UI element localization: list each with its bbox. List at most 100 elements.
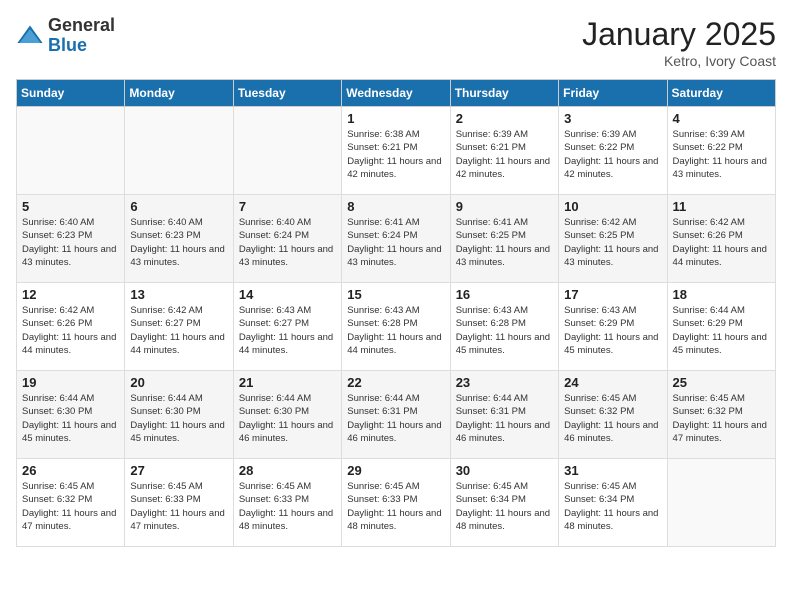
day-number: 13 — [130, 287, 227, 302]
header-cell-thursday: Thursday — [450, 80, 558, 107]
day-number: 15 — [347, 287, 444, 302]
week-row-1: 1Sunrise: 6:38 AMSunset: 6:21 PMDaylight… — [17, 107, 776, 195]
day-number: 10 — [564, 199, 661, 214]
calendar-cell: 21 Sunrise: 6:44 AMSunset: 6:30 PMDayligh… — [233, 371, 341, 459]
day-info: Sunrise: 6:45 AMSunset: 6:32 PMDaylight:… — [673, 392, 770, 445]
calendar-cell: 22Sunrise: 6:44 AMSunset: 6:31 PMDayligh… — [342, 371, 450, 459]
logo: General Blue — [16, 16, 115, 56]
day-info: Sunrise: 6:44 AMSunset: 6:31 PMDaylight:… — [456, 392, 553, 445]
day-info: Sunrise: 6:45 AMSunset: 6:33 PMDaylight:… — [130, 480, 227, 533]
week-row-4: 19 Sunrise: 6:44 AMSunset: 6:30 PMDayligh… — [17, 371, 776, 459]
day-number: 6 — [130, 199, 227, 214]
header-cell-saturday: Saturday — [667, 80, 775, 107]
calendar-cell: 4 Sunrise: 6:39 AMSunset: 6:22 PMDaylight… — [667, 107, 775, 195]
calendar-cell: 8 Sunrise: 6:41 AMSunset: 6:24 PMDaylight… — [342, 195, 450, 283]
day-info: Sunrise: 6:44 AMSunset: 6:29 PMDaylight:… — [673, 304, 770, 357]
day-number: 14 — [239, 287, 336, 302]
calendar-cell: 2 Sunrise: 6:39 AMSunset: 6:21 PMDaylight… — [450, 107, 558, 195]
location: Ketro, Ivory Coast — [582, 53, 776, 69]
day-number: 17 — [564, 287, 661, 302]
day-number: 5 — [22, 199, 119, 214]
calendar-cell: 28Sunrise: 6:45 AMSunset: 6:33 PMDayligh… — [233, 459, 341, 547]
day-number: 28 — [239, 463, 336, 478]
day-number: 20 — [130, 375, 227, 390]
day-number: 30 — [456, 463, 553, 478]
calendar-cell: 6 Sunrise: 6:40 AMSunset: 6:23 PMDaylight… — [125, 195, 233, 283]
day-number: 31 — [564, 463, 661, 478]
calendar-cell: 24Sunrise: 6:45 AMSunset: 6:32 PMDayligh… — [559, 371, 667, 459]
calendar-cell: 30 Sunrise: 6:45 AMSunset: 6:34 PMDayligh… — [450, 459, 558, 547]
day-number: 23 — [456, 375, 553, 390]
day-info: Sunrise: 6:42 AMSunset: 6:25 PMDaylight:… — [564, 216, 661, 269]
day-number: 8 — [347, 199, 444, 214]
header-cell-monday: Monday — [125, 80, 233, 107]
header-cell-tuesday: Tuesday — [233, 80, 341, 107]
calendar-cell: 3 Sunrise: 6:39 AMSunset: 6:22 PMDaylight… — [559, 107, 667, 195]
day-info: Sunrise: 6:44 AMSunset: 6:30 PMDaylight:… — [130, 392, 227, 445]
calendar-cell: 5Sunrise: 6:40 AMSunset: 6:23 PMDaylight… — [17, 195, 125, 283]
day-info: Sunrise: 6:43 AMSunset: 6:28 PMDaylight:… — [347, 304, 444, 357]
calendar-cell: 10 Sunrise: 6:42 AMSunset: 6:25 PMDayligh… — [559, 195, 667, 283]
calendar-table: SundayMondayTuesdayWednesdayThursdayFrid… — [16, 79, 776, 547]
calendar-cell — [17, 107, 125, 195]
day-number: 2 — [456, 111, 553, 126]
calendar-cell: 27 Sunrise: 6:45 AMSunset: 6:33 PMDayligh… — [125, 459, 233, 547]
calendar-cell: 29Sunrise: 6:45 AMSunset: 6:33 PMDayligh… — [342, 459, 450, 547]
logo-text: General Blue — [48, 16, 115, 56]
calendar-cell: 25Sunrise: 6:45 AMSunset: 6:32 PMDayligh… — [667, 371, 775, 459]
calendar-cell: 18 Sunrise: 6:44 AMSunset: 6:29 PMDayligh… — [667, 283, 775, 371]
day-info: Sunrise: 6:44 AMSunset: 6:30 PMDaylight:… — [22, 392, 119, 445]
day-number: 26 — [22, 463, 119, 478]
day-info: Sunrise: 6:38 AMSunset: 6:21 PMDaylight:… — [347, 128, 444, 181]
day-number: 21 — [239, 375, 336, 390]
header-row: SundayMondayTuesdayWednesdayThursdayFrid… — [17, 80, 776, 107]
calendar-cell: 14 Sunrise: 6:43 AMSunset: 6:27 PMDayligh… — [233, 283, 341, 371]
day-info: Sunrise: 6:43 AMSunset: 6:29 PMDaylight:… — [564, 304, 661, 357]
week-row-5: 26Sunrise: 6:45 AMSunset: 6:32 PMDayligh… — [17, 459, 776, 547]
calendar-cell — [667, 459, 775, 547]
calendar-cell: 1Sunrise: 6:38 AMSunset: 6:21 PMDaylight… — [342, 107, 450, 195]
calendar-cell: 9 Sunrise: 6:41 AMSunset: 6:25 PMDaylight… — [450, 195, 558, 283]
day-info: Sunrise: 6:44 AMSunset: 6:30 PMDaylight:… — [239, 392, 336, 445]
day-info: Sunrise: 6:45 AMSunset: 6:34 PMDaylight:… — [456, 480, 553, 533]
day-number: 3 — [564, 111, 661, 126]
week-row-2: 5 Sunrise: 6:40 AMSunset: 6:23 PMDaylight… — [17, 195, 776, 283]
calendar-cell: 16 Sunrise: 6:43 AMSunset: 6:28 PMDayligh… — [450, 283, 558, 371]
day-info: Sunrise: 6:41 AMSunset: 6:25 PMDaylight:… — [456, 216, 553, 269]
day-number: 27 — [130, 463, 227, 478]
day-info: Sunrise: 6:42 AMSunset: 6:27 PMDaylight:… — [130, 304, 227, 357]
day-info: Sunrise: 6:41 AMSunset: 6:24 PMDaylight:… — [347, 216, 444, 269]
day-number: 19 — [22, 375, 119, 390]
day-info: Sunrise: 6:43 AMSunset: 6:28 PMDaylight:… — [456, 304, 553, 357]
day-number: 16 — [456, 287, 553, 302]
day-number: 9 — [456, 199, 553, 214]
day-info: Sunrise: 6:44 AMSunset: 6:31 PMDaylight:… — [347, 392, 444, 445]
logo-blue-text: Blue — [48, 35, 87, 55]
logo-icon — [16, 22, 44, 50]
day-number: 18 — [673, 287, 770, 302]
day-number: 12 — [22, 287, 119, 302]
calendar-cell: 7Sunrise: 6:40 AMSunset: 6:24 PMDaylight… — [233, 195, 341, 283]
calendar-cell: 26Sunrise: 6:45 AMSunset: 6:32 PMDayligh… — [17, 459, 125, 547]
day-info: Sunrise: 6:42 AMSunset: 6:26 PMDaylight:… — [22, 304, 119, 357]
day-info: Sunrise: 6:40 AMSunset: 6:23 PMDaylight:… — [130, 216, 227, 269]
month-title: January 2025 — [582, 16, 776, 53]
calendar-cell: 31 Sunrise: 6:45 AMSunset: 6:34 PMDayligh… — [559, 459, 667, 547]
day-info: Sunrise: 6:43 AMSunset: 6:27 PMDaylight:… — [239, 304, 336, 357]
calendar-cell: 19 Sunrise: 6:44 AMSunset: 6:30 PMDayligh… — [17, 371, 125, 459]
day-info: Sunrise: 6:39 AMSunset: 6:21 PMDaylight:… — [456, 128, 553, 181]
day-number: 4 — [673, 111, 770, 126]
day-info: Sunrise: 6:39 AMSunset: 6:22 PMDaylight:… — [564, 128, 661, 181]
day-info: Sunrise: 6:39 AMSunset: 6:22 PMDaylight:… — [673, 128, 770, 181]
week-row-3: 12 Sunrise: 6:42 AMSunset: 6:26 PMDayligh… — [17, 283, 776, 371]
calendar-body: 1Sunrise: 6:38 AMSunset: 6:21 PMDaylight… — [17, 107, 776, 547]
calendar-header: SundayMondayTuesdayWednesdayThursdayFrid… — [17, 80, 776, 107]
title-block: January 2025 Ketro, Ivory Coast — [582, 16, 776, 69]
day-info: Sunrise: 6:45 AMSunset: 6:32 PMDaylight:… — [564, 392, 661, 445]
page-header: General Blue January 2025 Ketro, Ivory C… — [16, 16, 776, 69]
calendar-cell: 11Sunrise: 6:42 AMSunset: 6:26 PMDayligh… — [667, 195, 775, 283]
day-info: Sunrise: 6:42 AMSunset: 6:26 PMDaylight:… — [673, 216, 770, 269]
calendar-cell: 13 Sunrise: 6:42 AMSunset: 6:27 PMDayligh… — [125, 283, 233, 371]
day-info: Sunrise: 6:45 AMSunset: 6:34 PMDaylight:… — [564, 480, 661, 533]
calendar-cell: 12 Sunrise: 6:42 AMSunset: 6:26 PMDayligh… — [17, 283, 125, 371]
